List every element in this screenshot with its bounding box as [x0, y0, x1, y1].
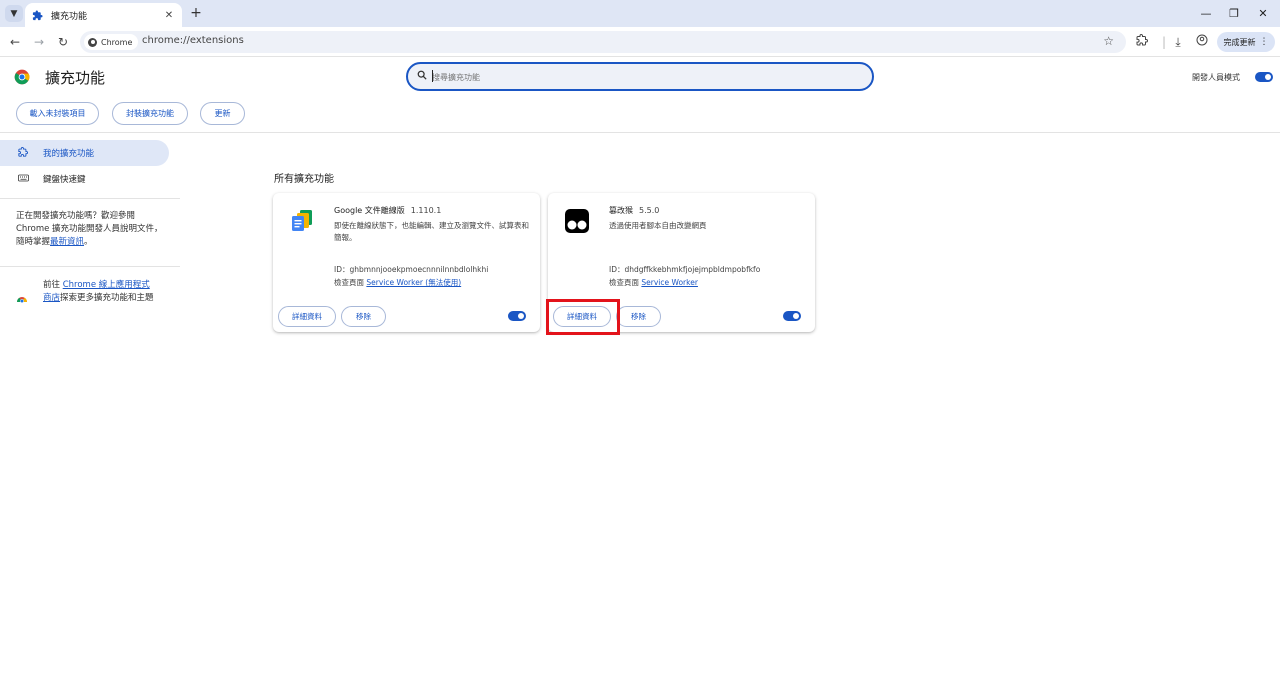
store-note-text: 前往 — [43, 280, 63, 290]
extension-id: ID：ghbmnnjooekpmoecnnnilnnbdlolhkhi — [334, 265, 489, 274]
extensions-puzzle-icon[interactable] — [1134, 34, 1150, 50]
extension-name: Google 文件離線版 1.110.1 — [334, 205, 441, 216]
inspect-label: 檢查頁面 — [609, 278, 639, 287]
inspect-label: 檢查頁面 — [334, 278, 364, 287]
sidebar-item-keyboard-shortcuts[interactable]: 鍵盤快速鍵 — [0, 166, 169, 192]
dev-mode-label: 開發人員模式 — [1192, 73, 1240, 82]
load-unpacked-button[interactable]: 載入未封裝項目 — [16, 102, 99, 125]
sidebar-divider — [0, 198, 180, 199]
back-icon[interactable]: ← — [7, 34, 23, 50]
chrome-logo-icon — [14, 69, 30, 85]
search-box[interactable] — [406, 62, 874, 91]
remove-button[interactable]: 移除 — [341, 306, 386, 327]
extension-version: 5.5.0 — [639, 206, 660, 215]
extension-description: 透過使用者腳本自由改變網頁 — [609, 221, 707, 230]
tab-bar: ▼ 擴充功能 ✕ + — ❐ ✕ — [0, 0, 1280, 27]
google-docs-offline-icon — [292, 210, 312, 231]
pack-extension-button[interactable]: 封裝擴充功能 — [112, 102, 188, 125]
update-label: 完成更新 — [1223, 37, 1256, 47]
sidebar-item-label: 鍵盤快速鍵 — [43, 175, 86, 185]
text-caret — [432, 70, 433, 82]
inspect-views: 檢查頁面 Service Worker (無法使用) — [334, 277, 461, 288]
download-icon[interactable]: ⤓ — [1170, 34, 1186, 50]
url-text[interactable]: chrome://extensions — [142, 35, 244, 46]
extension-enable-toggle[interactable] — [783, 311, 801, 321]
minimize-icon[interactable]: — — [1198, 6, 1214, 22]
section-title: 所有擴充功能 — [274, 174, 334, 185]
inspect-views: 檢查頁面 Service Worker — [609, 277, 698, 288]
chip-label: Chrome — [101, 37, 133, 47]
page-title: 擴充功能 — [45, 69, 106, 87]
tab-search-button[interactable]: ▼ — [5, 5, 23, 22]
extension-title: 篡改猴 — [609, 206, 633, 215]
dev-note-end: 。 — [84, 237, 93, 247]
service-worker-link[interactable]: Service Worker — [641, 278, 698, 287]
extension-card-tampermonkey: 篡改猴 5.5.0 透過使用者腳本自由改變網頁 ID：dhdgffkkebhmkf… — [548, 193, 815, 332]
details-button[interactable]: 詳細資料 — [553, 306, 611, 327]
browser-toolbar: ← → ↻ Chrome chrome://extensions ☆ | ⤓ 完… — [0, 27, 1280, 57]
search-input[interactable] — [432, 70, 852, 84]
store-note-end: 探索更多擴充功能和主題 — [60, 293, 154, 303]
sidebar: 我的擴充功能 鍵盤快速鍵 正在開發擴充功能嗎？歡迎參閱 Chrome 擴充功能開… — [0, 134, 180, 688]
sidebar-divider — [0, 266, 180, 267]
puzzle-icon — [31, 9, 43, 21]
sidebar-item-my-extensions[interactable]: 我的擴充功能 — [0, 140, 169, 166]
service-worker-link[interactable]: Service Worker (無法使用) — [366, 278, 461, 287]
tab-extensions[interactable]: 擴充功能 ✕ — [25, 3, 182, 27]
site-info-chip[interactable]: Chrome — [84, 34, 139, 50]
profile-icon[interactable] — [1194, 34, 1210, 50]
extension-version: 1.110.1 — [410, 206, 442, 215]
extension-card-google-docs-offline: Google 文件離線版 1.110.1 即使在離線狀態下，也能編輯、建立及瀏覽文… — [273, 193, 540, 332]
forward-icon[interactable]: → — [31, 34, 47, 50]
address-bar[interactable]: Chrome chrome://extensions ☆ — [80, 31, 1126, 53]
puzzle-icon — [17, 146, 29, 160]
extension-description: 即使在離線狀態下，也能編輯、建立及瀏覽文件、試算表和簡報。 — [334, 221, 529, 242]
sidebar-item-label: 我的擴充功能 — [43, 149, 95, 159]
tampermonkey-icon — [565, 209, 589, 233]
search-icon — [417, 70, 427, 83]
web-store-icon — [17, 297, 27, 303]
extension-enable-toggle[interactable] — [508, 311, 526, 321]
details-button[interactable]: 詳細資料 — [278, 306, 336, 327]
finish-update-button[interactable]: 完成更新 ⋮ — [1217, 32, 1275, 52]
reload-icon[interactable]: ↻ — [55, 34, 71, 50]
new-tab-button[interactable]: + — [188, 5, 204, 21]
dev-docs-note: 正在開發擴充功能嗎？歡迎參閱 Chrome 擴充功能開發人員說明文件，隨時掌握最… — [16, 210, 166, 249]
bookmark-star-icon[interactable]: ☆ — [1103, 34, 1114, 48]
latest-news-link[interactable]: 最新資訊 — [50, 237, 84, 247]
web-store-note: 前往 Chrome 線上應用程式商店探索更多擴充功能和主題 — [43, 279, 155, 305]
update-extensions-button[interactable]: 更新 — [200, 102, 245, 125]
extension-id: ID：dhdgffkkebhmkfjojejmpbldmpobfkfo — [609, 265, 761, 274]
extensions-header: 擴充功能 開發人員模式 載入未封裝項目 封裝擴充功能 更新 — [0, 58, 1280, 133]
remove-button[interactable]: 移除 — [616, 306, 661, 327]
chrome-icon — [88, 37, 97, 47]
more-vert-icon: ⋮ — [1259, 37, 1269, 47]
extension-name: 篡改猴 5.5.0 — [609, 205, 659, 216]
tab-title: 擴充功能 — [51, 11, 88, 22]
chevron-down-icon: ▼ — [10, 8, 18, 19]
close-window-icon[interactable]: ✕ — [1255, 6, 1271, 22]
restore-icon[interactable]: ❐ — [1226, 6, 1242, 22]
close-tab-icon[interactable]: ✕ — [162, 10, 176, 21]
keyboard-icon — [17, 174, 29, 185]
dev-mode-toggle[interactable] — [1255, 72, 1273, 82]
extension-title: Google 文件離線版 — [334, 206, 405, 215]
